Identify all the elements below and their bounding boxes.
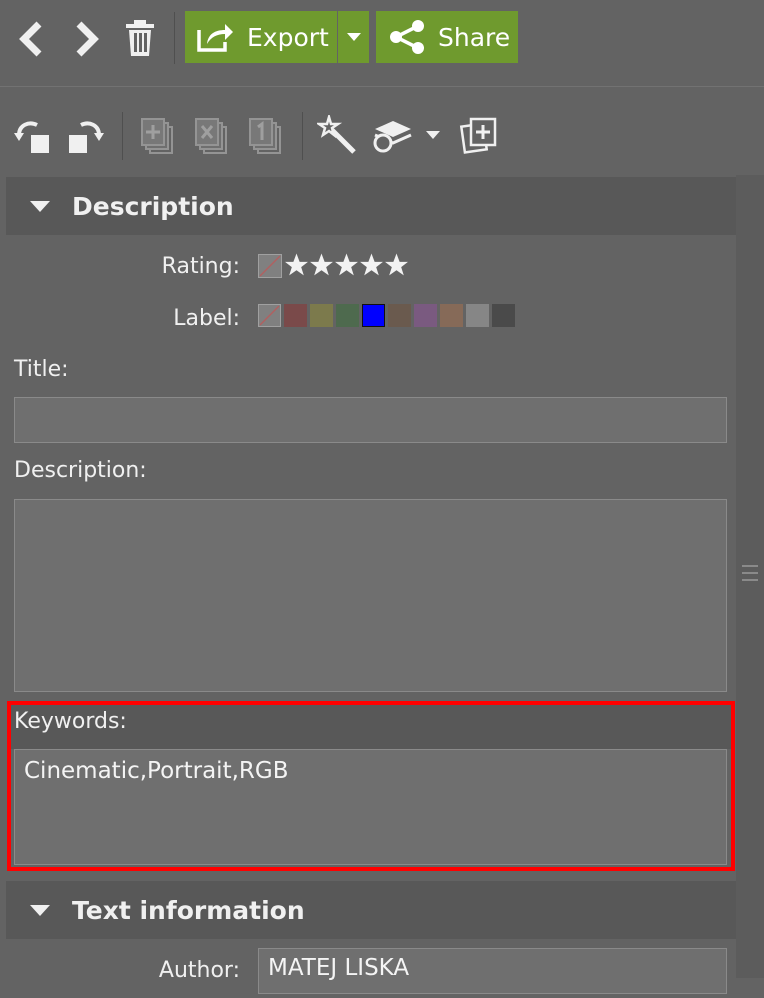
star-icon[interactable] bbox=[359, 251, 384, 279]
remove-copy-button bbox=[192, 114, 232, 156]
section-title: Text information bbox=[72, 895, 305, 925]
label-brown-swatch[interactable] bbox=[388, 304, 411, 327]
chevron-right-icon bbox=[76, 21, 99, 57]
rotate-left-icon bbox=[14, 121, 49, 153]
no-rating-icon bbox=[258, 254, 282, 278]
scrollbar-grip[interactable] bbox=[742, 572, 758, 574]
trash-icon bbox=[126, 20, 154, 56]
magic-wand-button[interactable] bbox=[316, 114, 358, 156]
no-label-icon bbox=[259, 305, 280, 326]
scrollbar-grip[interactable] bbox=[742, 565, 758, 567]
scrollbar-grip[interactable] bbox=[742, 579, 758, 581]
collapse-triangle-icon bbox=[30, 200, 50, 212]
share-icon bbox=[390, 20, 424, 54]
label-label: Label: bbox=[173, 306, 240, 331]
layers-dropdown-button[interactable] bbox=[422, 124, 444, 146]
title-field[interactable] bbox=[14, 397, 727, 443]
dropdown-arrow-icon bbox=[346, 33, 361, 41]
new-version-button[interactable] bbox=[458, 114, 500, 156]
toolbar-divider bbox=[122, 112, 123, 160]
rating-label: Rating: bbox=[161, 254, 240, 279]
export-icon bbox=[197, 24, 233, 52]
remove-copy-icon bbox=[195, 118, 227, 154]
label-blue-swatch[interactable] bbox=[362, 304, 385, 327]
new-version-icon bbox=[459, 117, 497, 154]
star-icon[interactable] bbox=[384, 251, 409, 279]
label-orange-swatch[interactable] bbox=[440, 304, 463, 327]
keywords-field[interactable]: Cinematic,Portrait,RGB bbox=[14, 749, 727, 865]
label-gray-swatch[interactable] bbox=[466, 304, 489, 327]
collapse-triangle-icon bbox=[30, 904, 50, 916]
export-button[interactable]: Export bbox=[185, 11, 337, 63]
description-label: Description: bbox=[14, 458, 147, 483]
label-green-swatch[interactable] bbox=[336, 304, 359, 327]
section-title: Description bbox=[72, 191, 234, 221]
vertical-scrollbar[interactable] bbox=[736, 175, 764, 978]
toolbar-divider bbox=[302, 112, 303, 160]
rotate-right-icon bbox=[69, 121, 104, 153]
toolbar-divider bbox=[174, 12, 175, 64]
rotate-left-button[interactable] bbox=[12, 114, 54, 156]
layers-button[interactable] bbox=[370, 114, 414, 156]
layers-icon bbox=[373, 121, 412, 153]
numbered-copy-icon bbox=[249, 118, 281, 154]
label-dark-swatch[interactable] bbox=[492, 304, 515, 327]
star-icon[interactable] bbox=[334, 251, 359, 279]
label-none-swatch[interactable] bbox=[258, 304, 281, 327]
label-purple-swatch[interactable] bbox=[414, 304, 437, 327]
add-copy-button bbox=[138, 114, 178, 156]
keywords-label: Keywords: bbox=[14, 709, 127, 734]
delete-button[interactable] bbox=[120, 16, 160, 60]
toolbar-separator bbox=[0, 86, 764, 87]
magic-wand-icon bbox=[317, 115, 356, 154]
numbered-copy-button bbox=[246, 114, 286, 156]
text-information-section-header[interactable]: Text information bbox=[6, 881, 736, 939]
label-yellow-swatch[interactable] bbox=[310, 304, 333, 327]
author-label: Author: bbox=[158, 958, 240, 983]
chevron-left-icon bbox=[19, 21, 42, 57]
add-copy-icon bbox=[141, 118, 173, 154]
label-red-swatch[interactable] bbox=[284, 304, 307, 327]
back-button[interactable] bbox=[12, 18, 52, 60]
rating-stars[interactable] bbox=[284, 251, 409, 281]
description-field[interactable] bbox=[14, 499, 727, 692]
description-section-header[interactable]: Description bbox=[6, 177, 736, 235]
dropdown-arrow-icon bbox=[426, 131, 440, 139]
star-icon[interactable] bbox=[284, 251, 309, 279]
author-field[interactable]: MATEJ LISKA bbox=[258, 948, 727, 994]
export-label: Export bbox=[247, 22, 329, 52]
rotate-right-button[interactable] bbox=[64, 114, 106, 156]
share-label: Share bbox=[438, 22, 511, 52]
share-button[interactable]: Share bbox=[376, 11, 518, 63]
star-icon[interactable] bbox=[309, 251, 334, 279]
forward-button[interactable] bbox=[66, 18, 106, 60]
rating-clear[interactable] bbox=[258, 254, 282, 278]
export-dropdown-button[interactable] bbox=[338, 11, 369, 63]
title-label: Title: bbox=[14, 357, 69, 382]
